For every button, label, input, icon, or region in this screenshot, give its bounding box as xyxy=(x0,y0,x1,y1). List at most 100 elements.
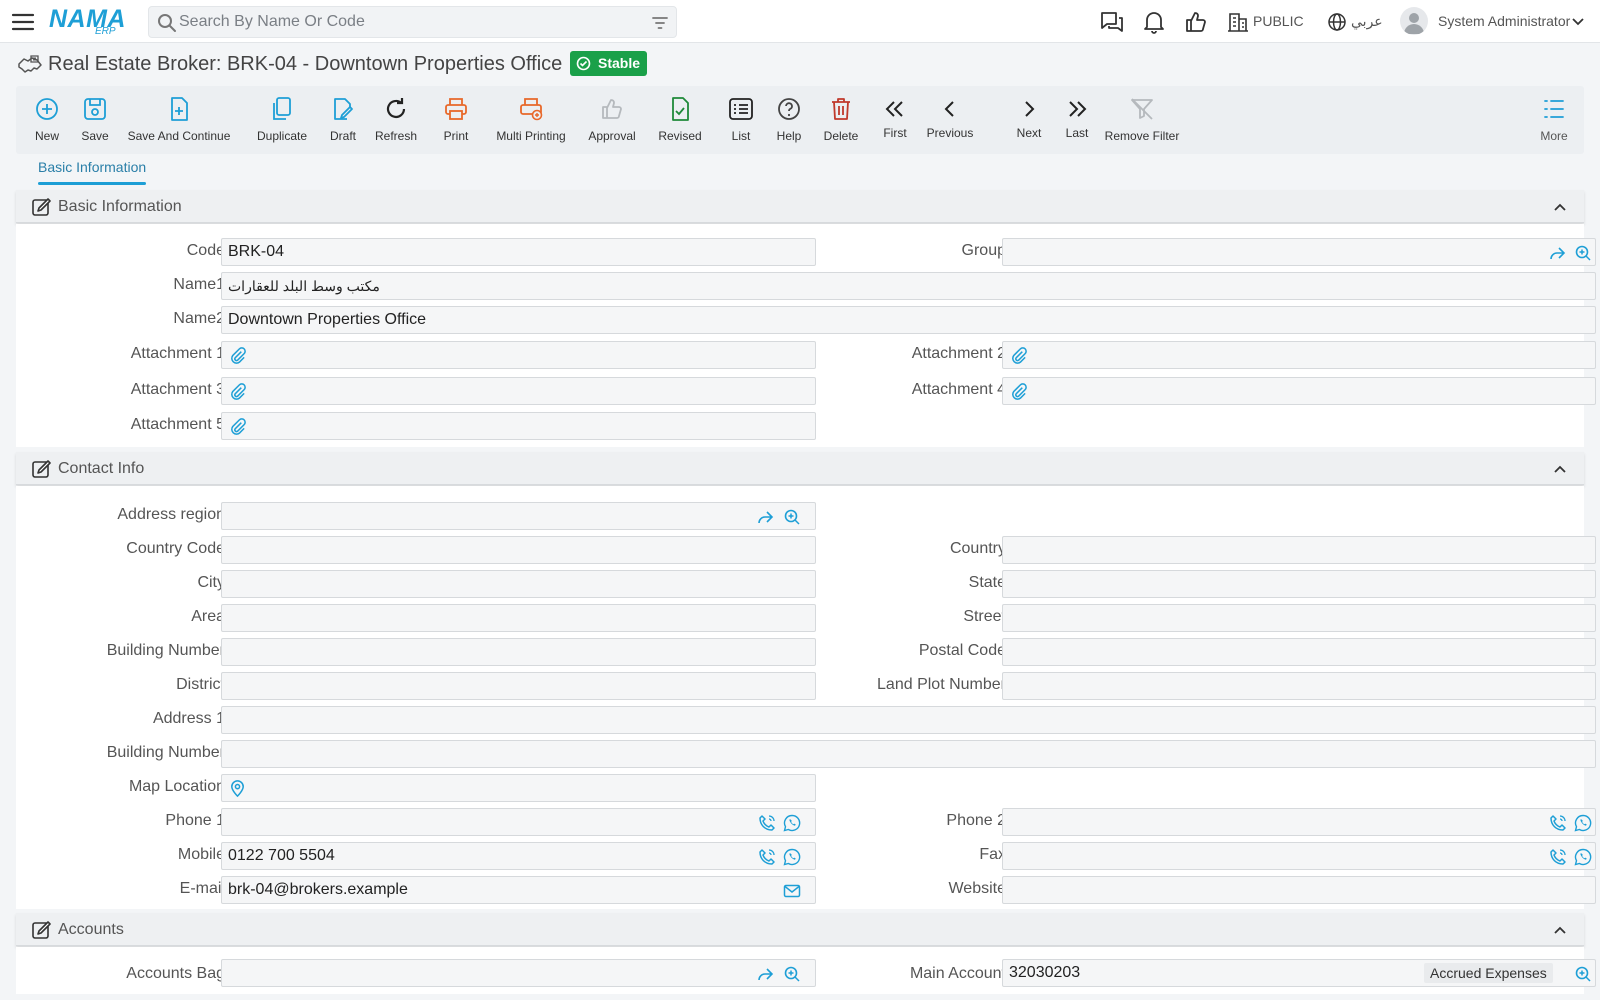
email-field[interactable] xyxy=(221,876,816,904)
paperclip-icon[interactable] xyxy=(1009,382,1028,401)
paperclip-icon[interactable] xyxy=(228,382,247,401)
phone-icon[interactable] xyxy=(758,848,776,866)
section-contact-info-header[interactable]: Contact Info xyxy=(16,452,1584,485)
land-plot-number-field[interactable] xyxy=(1002,672,1596,700)
phone-2-field[interactable] xyxy=(1002,808,1596,836)
address-1-field[interactable] xyxy=(221,706,1596,734)
phone-icon[interactable] xyxy=(1549,848,1567,866)
previous-button[interactable]: Previous xyxy=(926,94,974,150)
attachment-2-field[interactable] xyxy=(1002,341,1596,369)
avatar[interactable] xyxy=(1400,7,1428,35)
user-name[interactable]: System Administrator xyxy=(1438,12,1570,30)
revised-button[interactable]: Revised xyxy=(656,94,704,150)
district-field[interactable] xyxy=(221,672,816,700)
chevron-up-icon[interactable] xyxy=(1551,198,1569,216)
search-input[interactable] xyxy=(179,10,639,34)
help-button[interactable]: Help xyxy=(772,94,806,150)
chevron-down-icon[interactable] xyxy=(1571,15,1585,29)
mobile-field[interactable] xyxy=(221,842,816,870)
building-icon[interactable] xyxy=(1227,11,1249,33)
city-field[interactable] xyxy=(221,570,816,598)
website-field[interactable] xyxy=(1002,876,1596,904)
next-button[interactable]: Next xyxy=(1013,94,1045,150)
multi-printing-button[interactable]: Multi Printing xyxy=(492,94,570,150)
chat-icon[interactable] xyxy=(1099,9,1125,35)
main-account-input[interactable] xyxy=(1009,963,1389,983)
share-arrow-icon[interactable] xyxy=(1548,244,1566,262)
language-switch[interactable]: عربي xyxy=(1351,12,1383,30)
building-number-field[interactable] xyxy=(221,638,816,666)
refresh-button[interactable]: Refresh xyxy=(372,94,420,150)
area-field[interactable] xyxy=(221,604,816,632)
chevron-up-icon[interactable] xyxy=(1551,460,1569,478)
filter-icon[interactable] xyxy=(651,14,669,32)
group-input[interactable] xyxy=(1009,242,1509,262)
menu-icon[interactable] xyxy=(11,11,35,33)
name2-input[interactable] xyxy=(228,310,1492,330)
logo[interactable]: NAMA ERP xyxy=(49,6,131,38)
duplicate-button[interactable]: Duplicate xyxy=(254,94,310,150)
paperclip-icon[interactable] xyxy=(228,346,247,365)
email-input[interactable] xyxy=(228,880,728,900)
address-region-field[interactable] xyxy=(221,502,816,530)
code-input[interactable] xyxy=(228,242,774,262)
print-button[interactable]: Print xyxy=(439,94,473,150)
search-plus-icon[interactable] xyxy=(1574,244,1592,262)
map-location-field[interactable] xyxy=(221,774,816,802)
search-plus-icon[interactable] xyxy=(783,508,801,526)
draft-button[interactable]: Draft xyxy=(325,94,361,150)
section-basic-information-header[interactable]: Basic Information xyxy=(16,190,1584,223)
approval-button[interactable]: Approval xyxy=(586,94,638,150)
mail-icon[interactable] xyxy=(783,882,801,900)
remove-filter-button[interactable]: Remove Filter xyxy=(1096,94,1188,150)
new-button[interactable]: New xyxy=(28,94,66,150)
name1-field[interactable] xyxy=(221,272,1596,300)
street-field[interactable] xyxy=(1002,604,1596,632)
thumbs-up-icon[interactable] xyxy=(1183,9,1209,35)
paperclip-icon[interactable] xyxy=(228,417,247,436)
tab-basic-information[interactable]: Basic Information xyxy=(38,158,146,186)
last-button[interactable]: Last xyxy=(1062,94,1092,150)
first-button[interactable]: First xyxy=(880,94,910,150)
notification-bell-icon[interactable] xyxy=(1141,9,1167,35)
whatsapp-icon[interactable] xyxy=(783,848,801,866)
state-field[interactable] xyxy=(1002,570,1596,598)
more-button[interactable]: More xyxy=(1538,94,1570,150)
search-plus-icon[interactable] xyxy=(1574,965,1592,983)
postal-code-field[interactable] xyxy=(1002,638,1596,666)
share-arrow-icon[interactable] xyxy=(756,965,774,983)
building-number-2-field[interactable] xyxy=(221,740,1596,768)
phone-icon[interactable] xyxy=(1549,814,1567,832)
whatsapp-icon[interactable] xyxy=(783,814,801,832)
country-code-field[interactable] xyxy=(221,536,816,564)
save-and-continue-button[interactable]: Save And Continue xyxy=(126,94,232,150)
whatsapp-icon[interactable] xyxy=(1574,848,1592,866)
branch-label[interactable]: PUBLIC xyxy=(1253,12,1304,30)
attachment-3-field[interactable] xyxy=(221,377,816,405)
fax-field[interactable] xyxy=(1002,842,1596,870)
delete-button[interactable]: Delete xyxy=(821,94,861,150)
name1-input[interactable] xyxy=(228,276,1492,296)
save-button[interactable]: Save xyxy=(75,94,115,150)
attachment-4-field[interactable] xyxy=(1002,377,1596,405)
map-pin-icon[interactable] xyxy=(228,779,247,798)
list-button[interactable]: List xyxy=(726,94,756,150)
attachment-1-field[interactable] xyxy=(221,341,816,369)
accounts-bag-field[interactable] xyxy=(221,959,816,987)
paperclip-icon[interactable] xyxy=(1009,346,1028,365)
share-arrow-icon[interactable] xyxy=(756,508,774,526)
phone-icon[interactable] xyxy=(758,814,776,832)
attachment-5-field[interactable] xyxy=(221,412,816,440)
main-account-field[interactable]: Accrued Expenses xyxy=(1002,959,1596,987)
group-field[interactable] xyxy=(1002,238,1596,266)
phone-1-field[interactable] xyxy=(221,808,816,836)
section-accounts-header[interactable]: Accounts xyxy=(16,913,1584,946)
name2-field[interactable] xyxy=(221,306,1596,334)
country-field[interactable] xyxy=(1002,536,1596,564)
mobile-input[interactable] xyxy=(228,846,728,866)
code-field[interactable] xyxy=(221,238,816,266)
whatsapp-icon[interactable] xyxy=(1574,814,1592,832)
search-plus-icon[interactable] xyxy=(783,965,801,983)
chevron-up-icon[interactable] xyxy=(1551,921,1569,939)
globe-icon[interactable] xyxy=(1327,12,1347,32)
